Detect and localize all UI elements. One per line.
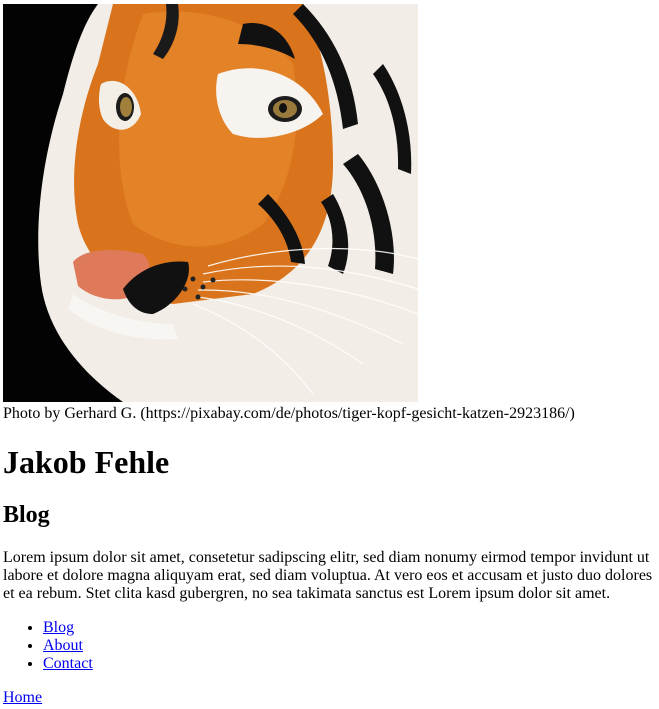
nav-list: Blog About Contact (3, 619, 656, 673)
nav-link-about[interactable]: About (43, 637, 83, 654)
nav-link-blog[interactable]: Blog (43, 619, 74, 636)
page: Photo by Gerhard G. (https://pixabay.com… (0, 0, 659, 707)
nav-item-contact: Contact (43, 655, 656, 673)
nav-link-contact[interactable]: Contact (43, 655, 93, 672)
section-heading: Blog (3, 502, 50, 528)
hero-image (3, 4, 418, 402)
footer-home: Home (3, 689, 656, 707)
home-link[interactable]: Home (3, 689, 42, 706)
nav-item-blog: Blog (43, 619, 656, 637)
section-body: Lorem ipsum dolor sit amet, consetetur s… (3, 549, 653, 602)
nav-item-about: About (43, 637, 656, 655)
photo-credit: Photo by Gerhard G. (https://pixabay.com… (3, 405, 575, 422)
site-title: Jakob Fehle (3, 444, 170, 480)
